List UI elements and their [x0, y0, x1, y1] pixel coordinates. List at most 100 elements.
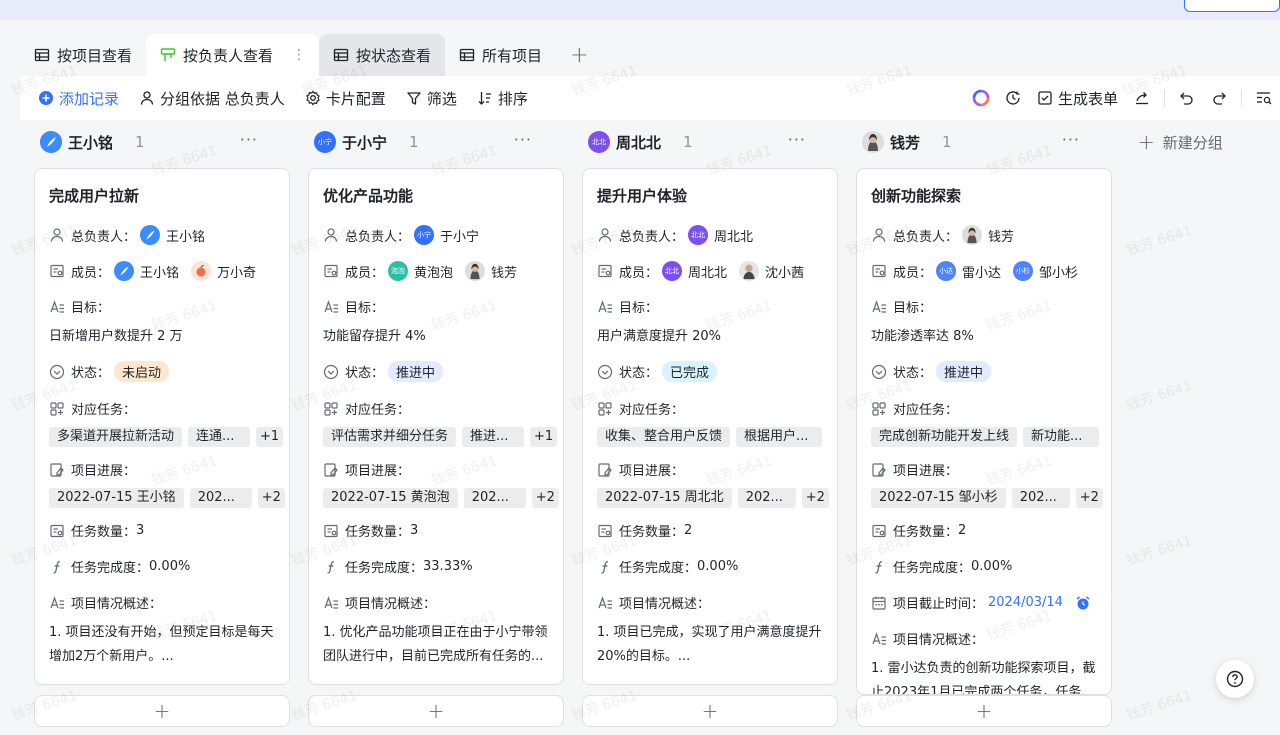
text-field-icon — [598, 299, 612, 313]
task-chips: 收集、整合用户反馈 根据用户... — [597, 427, 823, 447]
share-icon[interactable] — [1126, 82, 1158, 114]
card-config-button[interactable]: 卡片配置 — [305, 88, 386, 109]
group-name: 于小宁 — [342, 133, 388, 152]
progress-chip[interactable]: 202... — [189, 488, 252, 508]
field-status: 状态： 未启动 — [49, 361, 170, 382]
redo-icon[interactable] — [1203, 82, 1235, 114]
field-label: 状态： — [71, 366, 111, 381]
field-label: 对应任务： — [71, 403, 137, 418]
group-header[interactable]: 小宁 于小宁 1 ··· — [294, 120, 552, 164]
person-tag[interactable]: 王小铭 — [140, 225, 205, 245]
record-card[interactable]: 提升用户体验 总负责人： 北北 周北北 成员： 北北 周北北 沈小茜 目标： 用… — [582, 168, 838, 685]
toolbar-right: 生成表单 — [965, 76, 1280, 120]
field-label: 任务数量： — [893, 525, 959, 540]
top-right-button[interactable] — [1184, 0, 1280, 12]
task-chip[interactable]: 评估需求并细分任务 — [323, 427, 457, 447]
more-chip[interactable]: +2 — [257, 488, 285, 508]
person-tag[interactable]: 万小奇 — [191, 261, 256, 281]
progress-chip[interactable]: 202... — [1011, 488, 1070, 508]
more-icon[interactable]: ··· — [788, 130, 806, 149]
task-chip[interactable]: 完成创新功能开发上线 — [871, 427, 1018, 447]
person-tag[interactable]: 小宁 于小宁 — [414, 225, 479, 245]
task-chip[interactable]: 新功能... — [1023, 427, 1100, 447]
field-deadline: 项目截止时间： 2024/03/14 — [871, 593, 1091, 612]
task-chip[interactable]: 收集、整合用户反馈 — [597, 427, 731, 447]
progress-chips: 2022-07-15 周北北 202... +2 — [597, 488, 829, 508]
more-icon[interactable]: ··· — [1062, 130, 1080, 149]
person-tag[interactable]: 泡泡 黄泡泡 — [388, 261, 453, 281]
progress-chip[interactable]: 2022-07-15 黄泡泡 — [323, 488, 458, 508]
progress-chip[interactable]: 2022-07-15 邹小杉 — [871, 488, 1006, 508]
tab-by-status[interactable]: 按状态查看 — [319, 34, 446, 76]
person-tag[interactable]: 小杉 邹小杉 — [1013, 261, 1078, 281]
field-label: 对应任务： — [893, 403, 959, 418]
more-chip[interactable]: +1 — [530, 427, 558, 447]
progress-chip[interactable]: 2022-07-15 周北北 — [597, 488, 732, 508]
task-chip[interactable]: 多渠道开展拉新活动 — [49, 427, 183, 447]
tab-all-projects[interactable]: 所有项目 — [445, 34, 556, 76]
generate-form-button[interactable]: 生成表单 — [1037, 88, 1118, 109]
person-name: 周北北 — [714, 229, 754, 245]
group-header[interactable]: 北北 周北北 1 ··· — [568, 120, 826, 164]
search-records-icon[interactable] — [1248, 82, 1280, 114]
add-card-button[interactable]: + — [582, 695, 838, 727]
person-tag[interactable]: 沈小茜 — [739, 261, 804, 281]
automation-icon[interactable] — [997, 82, 1029, 114]
person-tag[interactable]: 钱芳 — [962, 225, 1014, 245]
field-label: 项目情况概述： — [345, 597, 437, 612]
record-card[interactable]: 优化产品功能 总负责人： 小宁 于小宁 成员： 泡泡 黄泡泡 钱芳 目标： 功能… — [308, 168, 564, 685]
tab-by-owner[interactable]: 按负责人查看 ⋮ — [146, 34, 320, 76]
field-label: 任务完成度： — [893, 561, 972, 576]
group-count: 1 — [409, 133, 419, 151]
field-completion: 任务完成度： 0.00% — [49, 557, 190, 576]
text-field-icon — [872, 299, 886, 313]
person-tag[interactable]: 王小铭 — [114, 261, 179, 281]
more-chip[interactable]: +2 — [1075, 488, 1103, 508]
sort-button[interactable]: 排序 — [477, 88, 528, 109]
tab-by-project[interactable]: 按项目查看 — [20, 34, 146, 76]
person-name: 邹小杉 — [1039, 265, 1079, 281]
progress-chip[interactable]: 202... — [737, 488, 796, 508]
tab-label: 按状态查看 — [356, 46, 432, 65]
person-name: 钱芳 — [988, 229, 1015, 245]
tab-label: 按项目查看 — [57, 46, 133, 65]
kanban-icon — [160, 48, 176, 61]
person-tag[interactable]: 钱芳 — [465, 261, 517, 281]
alarm-clock-icon[interactable] — [1075, 595, 1091, 611]
more-icon[interactable]: ··· — [240, 130, 258, 149]
filter-button[interactable]: 筛选 — [406, 88, 457, 109]
person-tag[interactable]: 小达 雷小达 — [936, 261, 1001, 281]
record-card[interactable]: 完成用户拉新 总负责人： 王小铭 成员： 王小铭 万小奇 目标： 日新增用户数提… — [34, 168, 290, 685]
add-card-button[interactable]: + — [308, 695, 564, 727]
field-label: 目标： — [893, 301, 933, 316]
group-count: 1 — [942, 133, 952, 151]
group-header[interactable]: 王小铭 1 ··· — [20, 120, 278, 164]
undo-icon[interactable] — [1171, 82, 1203, 114]
task-chip[interactable]: 连通... — [188, 427, 251, 447]
more-icon[interactable]: ··· — [514, 130, 532, 149]
progress-chip[interactable]: 202... — [463, 488, 526, 508]
progress-chip[interactable]: 2022-07-15 王小铭 — [49, 488, 184, 508]
task-count-value: 2 — [684, 523, 693, 538]
task-chip[interactable]: 推进... — [462, 427, 525, 447]
person-tag[interactable]: 北北 周北北 — [688, 225, 753, 245]
deadline-value[interactable]: 2024/03/14 — [988, 595, 1063, 610]
add-card-button[interactable]: + — [34, 695, 290, 727]
group-header[interactable]: 钱芳 1 ··· — [842, 120, 1100, 164]
new-group-button[interactable]: + 新建分组 — [1138, 130, 1223, 154]
task-chip[interactable]: 根据用户... — [736, 427, 823, 447]
record-card[interactable]: 创新功能探索 总负责人： 钱芳 成员： 小达 雷小达 小杉 邹小杉 目标： 功能… — [856, 168, 1112, 695]
more-chip[interactable]: +2 — [531, 488, 559, 508]
person-tag[interactable]: 北北 周北北 — [662, 261, 727, 281]
tab-more-icon[interactable]: ⋮ — [292, 47, 306, 63]
add-card-button[interactable]: + — [856, 695, 1112, 727]
group-by-button[interactable]: 分组依据 总负责人 — [139, 88, 285, 109]
card-title: 提升用户体验 — [597, 187, 688, 205]
more-chip[interactable]: +2 — [801, 488, 829, 508]
ai-assistant-icon[interactable] — [965, 82, 997, 114]
more-chip[interactable]: +1 — [256, 427, 284, 447]
help-button[interactable] — [1216, 660, 1254, 698]
add-record-button[interactable]: 添加记录 — [38, 88, 119, 109]
avatar — [140, 225, 161, 245]
add-view-button[interactable]: + — [556, 34, 602, 76]
